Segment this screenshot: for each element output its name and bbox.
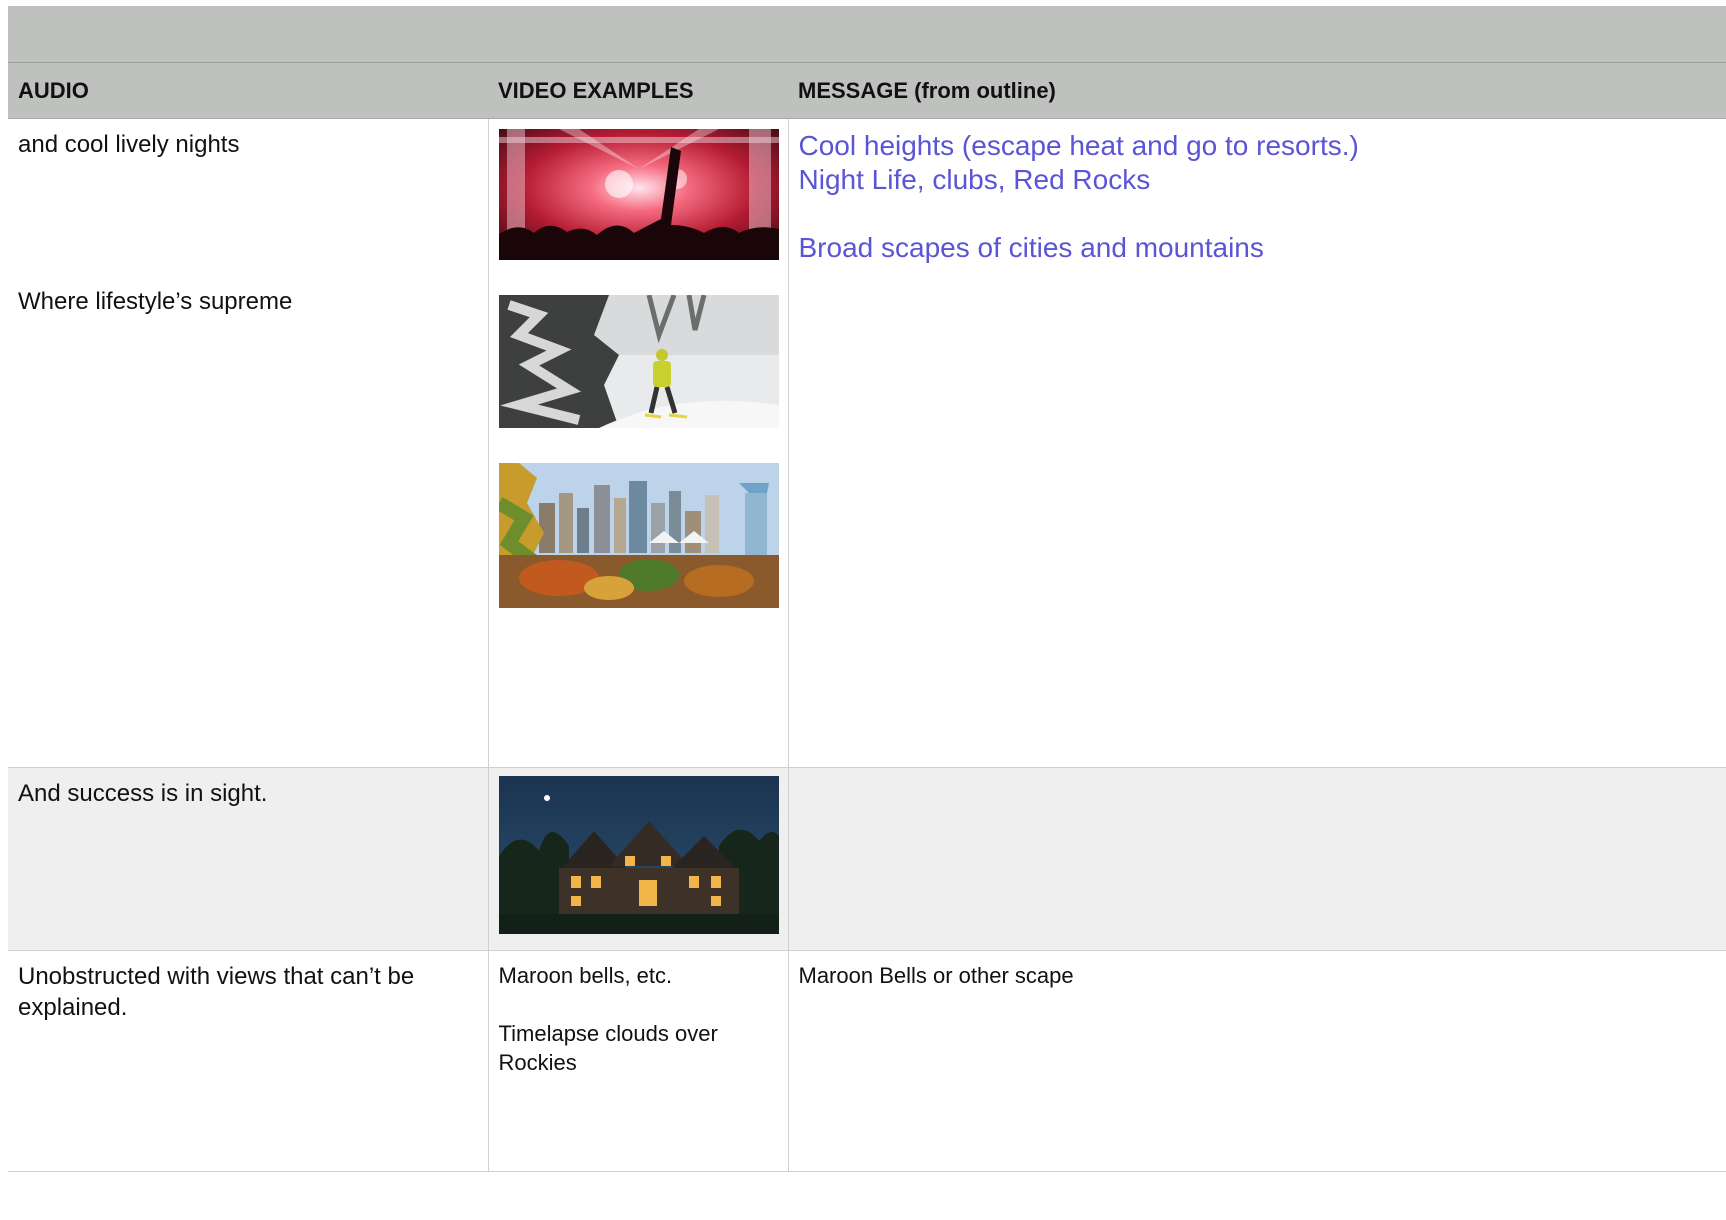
header-video-examples: VIDEO EXAMPLES: [488, 63, 788, 119]
message-line: Night Life, clubs, Red Rocks: [798, 164, 1151, 195]
table-row: and cool lively nights Where lifestyle’s…: [8, 118, 1726, 768]
audio-cell[interactable]: And success is in sight.: [8, 767, 489, 951]
header-row: AUDIO VIDEO EXAMPLES MESSAGE (from outli…: [8, 63, 1726, 119]
mansion-at-night-image: [498, 776, 779, 934]
title-band: [8, 6, 1726, 63]
audio-line: And success is in sight.: [18, 780, 268, 807]
video-note: Timelapse clouds over Rockies: [498, 1021, 718, 1075]
message-line: Broad scapes of cities and mountains: [798, 232, 1264, 263]
skier-in-snow-image: [498, 295, 779, 428]
audio-line: Where lifestyle’s supreme: [18, 288, 293, 315]
city-skyline-image: [498, 463, 779, 608]
video-note: Maroon bells, etc.: [498, 963, 673, 988]
concert-crowd-image: [498, 129, 779, 260]
audio-line: and cool lively nights: [18, 131, 240, 158]
video-cell[interactable]: [488, 767, 789, 951]
message-cell[interactable]: [788, 767, 1726, 951]
message-cell[interactable]: Cool heights (escape heat and go to reso…: [788, 118, 1726, 768]
header-message: MESSAGE (from outline): [788, 63, 1726, 119]
table-row: And success is in sight.: [8, 767, 1726, 951]
script-document: AUDIO VIDEO EXAMPLES MESSAGE (from outli…: [8, 6, 1726, 1220]
audio-cell[interactable]: and cool lively nights Where lifestyle’s…: [8, 118, 489, 768]
video-cell[interactable]: Maroon bells, etc. Timelapse clouds over…: [488, 950, 789, 1172]
message-line: Maroon Bells or other scape: [798, 963, 1074, 988]
audio-cell[interactable]: Unobstructed with views that can’t be ex…: [8, 950, 489, 1172]
header-audio: AUDIO: [8, 63, 488, 119]
script-table: AUDIO VIDEO EXAMPLES MESSAGE (from outli…: [8, 63, 1726, 1172]
audio-line: Unobstructed with views that can’t be ex…: [18, 963, 415, 1021]
video-cell[interactable]: [488, 118, 789, 768]
table-row: Unobstructed with views that can’t be ex…: [8, 950, 1726, 1172]
message-line: Cool heights (escape heat and go to reso…: [798, 130, 1359, 161]
message-cell[interactable]: Maroon Bells or other scape: [788, 950, 1726, 1172]
